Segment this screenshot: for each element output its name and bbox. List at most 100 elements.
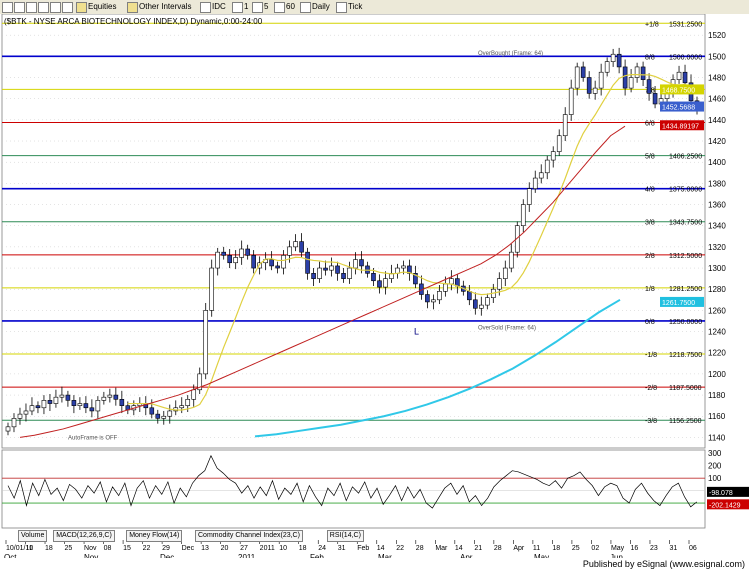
cci-value-label: -202.1429 — [709, 502, 741, 509]
y-tick-label: 1360 — [708, 201, 726, 210]
candle-body — [95, 400, 101, 412]
candle-body — [520, 204, 526, 227]
candle-body — [77, 403, 83, 406]
cci-panel-frame — [1, 449, 706, 529]
candle-body — [305, 251, 310, 274]
murrey-value: 1156.2500 — [669, 418, 702, 425]
tick-button[interactable]: Tick — [348, 1, 362, 13]
candle-body — [203, 310, 209, 375]
candle-body — [479, 304, 484, 309]
zoom-icon[interactable] — [62, 2, 73, 13]
interval-60-icon[interactable] — [274, 2, 285, 13]
interval-1-button[interactable]: 1 — [244, 1, 248, 13]
published-by: Published by eSignal (www.esignal.com) — [582, 559, 745, 569]
candle-body — [71, 400, 77, 406]
candle-body — [610, 53, 616, 62]
candle-body — [437, 291, 442, 301]
cci-tick-label: 100 — [708, 474, 722, 483]
daily-icon[interactable] — [300, 2, 311, 13]
candle-body — [646, 79, 652, 94]
candle-body — [598, 71, 604, 89]
x-tick-label: May — [611, 545, 625, 552]
folder-icon[interactable] — [76, 2, 87, 13]
candle-body — [233, 257, 238, 264]
candle-body — [293, 241, 298, 248]
indicator-tab[interactable]: RSI(14,C) — [326, 530, 364, 542]
x-tick-label: Mar — [435, 545, 448, 552]
cross-icon[interactable] — [26, 2, 37, 13]
back-icon[interactable] — [2, 2, 13, 13]
candle-body — [239, 248, 244, 258]
other-intervals-dropdown[interactable]: Other Intervals — [139, 1, 191, 13]
x-tick-label: 28 — [416, 545, 424, 552]
idc-button[interactable]: IDC — [212, 1, 226, 13]
candle-body — [556, 135, 562, 152]
interval-5-icon[interactable] — [252, 2, 263, 13]
candle-body — [35, 405, 41, 409]
murrey-value: 1187.5000 — [669, 385, 702, 392]
murrey-label: -2/8 — [645, 385, 657, 392]
candle-body — [41, 400, 47, 409]
price-tag-label: 1434.89197 — [662, 123, 699, 130]
interval-5-button[interactable]: 5 — [264, 1, 268, 13]
plus-icon[interactable] — [38, 2, 49, 13]
candle-body — [640, 66, 646, 80]
candle-body — [161, 415, 167, 419]
indicator-tab[interactable]: Commodity Channel Index(23,C) — [195, 530, 303, 542]
indicator-tab[interactable]: MACD(12,26,9,C) — [53, 530, 115, 542]
daily-button[interactable]: Daily — [312, 1, 330, 13]
candle-body — [59, 394, 65, 398]
y-tick-label: 1140 — [708, 433, 726, 442]
x-tick-label: 2011 — [260, 545, 275, 552]
candle-body — [538, 172, 544, 179]
candle-body — [29, 405, 35, 412]
tick-icon[interactable] — [336, 2, 347, 13]
candle-body — [113, 394, 119, 400]
equities-dropdown[interactable]: Equities — [88, 1, 116, 13]
x-tick-label: 15 — [123, 545, 131, 552]
x-tick-label: 10 — [279, 545, 287, 552]
x-tick-label: 25 — [65, 545, 73, 552]
candle-body — [682, 71, 688, 84]
y-tick-label: 1160 — [708, 412, 726, 421]
candle-body — [17, 413, 23, 419]
x-tick-label: 25 — [572, 545, 580, 552]
x-tick-label: 11 — [26, 545, 33, 552]
x-tick-label: 28 — [494, 545, 502, 552]
candle-body — [227, 255, 232, 264]
price-tag-label: 1452.5688 — [662, 105, 695, 112]
x-tick-label: 14 — [377, 545, 385, 552]
indicator-tab[interactable]: Volume — [18, 530, 48, 542]
candle-body — [586, 77, 592, 94]
candle-body — [251, 255, 256, 269]
candle-body — [47, 400, 53, 404]
footer: Published by eSignal (www.esignal.com) — [0, 558, 749, 570]
candle-body — [65, 394, 71, 401]
cci-tick-label: 200 — [708, 462, 722, 471]
folder-icon-2[interactable] — [127, 2, 138, 13]
candle-body — [467, 291, 472, 301]
minus-icon[interactable] — [50, 2, 61, 13]
candle-body — [443, 283, 448, 292]
murrey-label: 8/8 — [645, 54, 655, 61]
candle-body — [383, 278, 388, 288]
candle-body — [311, 273, 316, 279]
y-tick-label: 1460 — [708, 95, 726, 104]
forward-icon[interactable] — [14, 2, 25, 13]
chart-title: ($BTK - NYSE ARCA BIOTECHNOLOGY INDEX,D)… — [4, 17, 263, 26]
candle-body — [341, 273, 346, 279]
y-tick-label: 1200 — [708, 370, 726, 379]
x-tick-label: 16 — [630, 545, 638, 552]
indicator-tab[interactable]: Money Flow(14) — [126, 530, 183, 542]
x-tick-label: 13 — [201, 545, 209, 552]
x-tick-label: 06 — [689, 545, 697, 552]
interval-60-button[interactable]: 60 — [286, 1, 295, 13]
x-tick-label: Nov — [84, 545, 97, 552]
candle-body — [431, 299, 436, 303]
idc-icon[interactable] — [200, 2, 211, 13]
y-tick-label: 1420 — [708, 137, 726, 146]
x-tick-label: 29 — [162, 545, 170, 552]
interval-1-icon[interactable] — [232, 2, 243, 13]
candle-body — [155, 413, 161, 419]
candle-body — [401, 265, 406, 269]
